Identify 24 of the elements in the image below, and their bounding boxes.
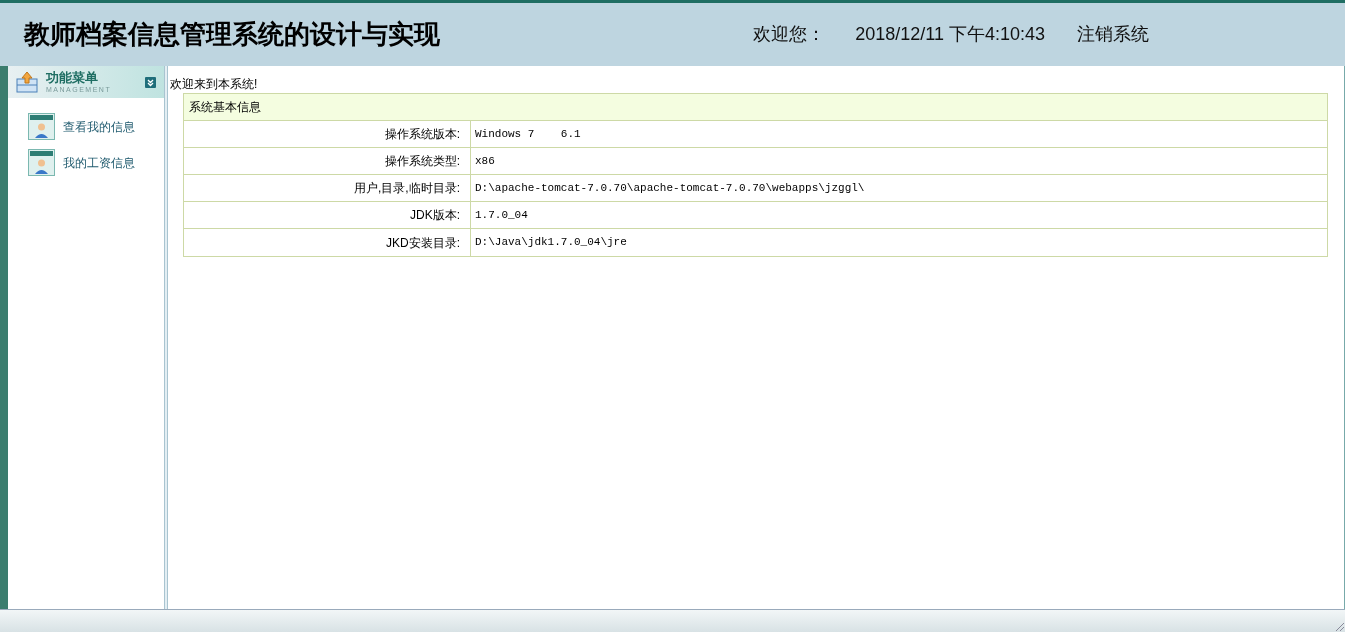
menu-title: 功能菜单: [46, 71, 99, 84]
row-value: 1.7.0_04: [474, 207, 529, 223]
menu-item[interactable]: 我的工资信息: [28, 149, 164, 176]
logout-link[interactable]: 注销系统: [1077, 21, 1149, 48]
user-card-icon: [28, 149, 55, 176]
row-label: JKD安装目录:: [184, 229, 471, 256]
row-value: x86: [474, 153, 496, 169]
collapse-icon[interactable]: [145, 76, 156, 88]
row-label: 操作系统类型:: [184, 148, 471, 174]
row-label: 用户,目录,临时目录:: [184, 175, 471, 201]
row-value: Windows 7 6.1: [474, 126, 582, 142]
datetime: 2018/12/11 下午4:10:43: [855, 23, 1045, 46]
menu-icon: [16, 71, 38, 93]
row-value: D:\Java\jdk1.7.0_04\jre: [474, 235, 628, 251]
user-card-icon: [28, 113, 55, 140]
row-label: JDK版本:: [184, 202, 471, 228]
welcome-label: 欢迎您：: [753, 23, 826, 46]
welcome-text: 欢迎来到本系统!: [170, 76, 259, 93]
row-value: D:\apache-tomcat-7.0.70\apache-tomcat-7.0.70\webapps\jzggl\: [474, 180, 866, 196]
table-title: 系统基本信息: [184, 94, 1327, 121]
row-label: 操作系统版本:: [184, 121, 471, 147]
app-title: 教师档案信息管理系统的设计与实现: [24, 18, 440, 51]
menu-item[interactable]: 查看我的信息: [28, 113, 164, 140]
resize-grip-icon[interactable]: [1335, 622, 1345, 632]
